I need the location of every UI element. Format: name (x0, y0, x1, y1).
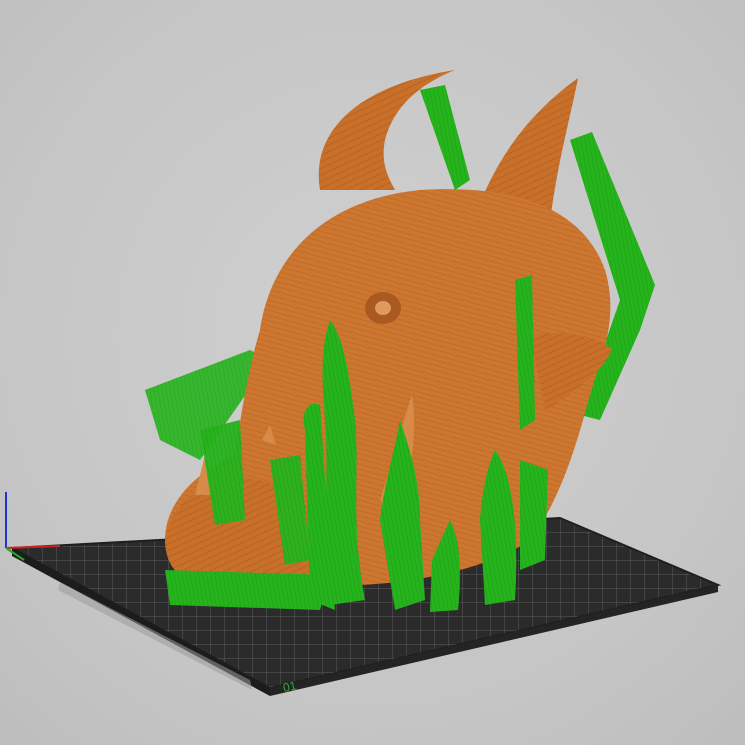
model-demon-head[interactable] (0, 0, 745, 745)
3d-viewport[interactable]: 01 (0, 0, 745, 745)
scene-canvas[interactable]: 01 (0, 0, 745, 745)
